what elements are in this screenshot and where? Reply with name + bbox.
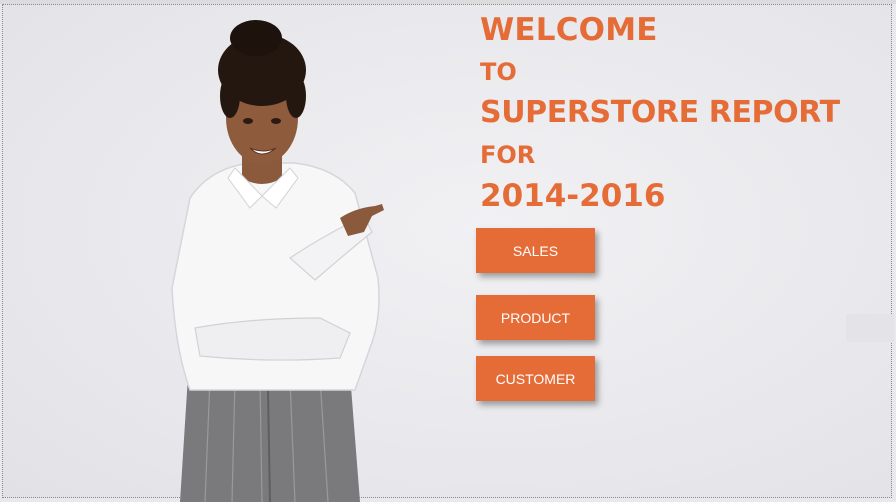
- year-range: 2014-2016: [480, 178, 666, 214]
- report-title: SUPERSTORE REPORT: [480, 95, 840, 130]
- welcome-heading: WELCOME: [480, 12, 658, 48]
- for-heading: FOR: [480, 141, 536, 169]
- customer-button[interactable]: CUSTOMER: [476, 356, 595, 401]
- page-nav-tab[interactable]: [846, 314, 894, 342]
- to-heading: TO: [480, 58, 517, 86]
- product-button[interactable]: PRODUCT: [476, 295, 595, 340]
- report-canvas: [2, 4, 892, 498]
- sales-button[interactable]: SALES: [476, 228, 595, 273]
- woman-pointing-image: [171, 20, 384, 502]
